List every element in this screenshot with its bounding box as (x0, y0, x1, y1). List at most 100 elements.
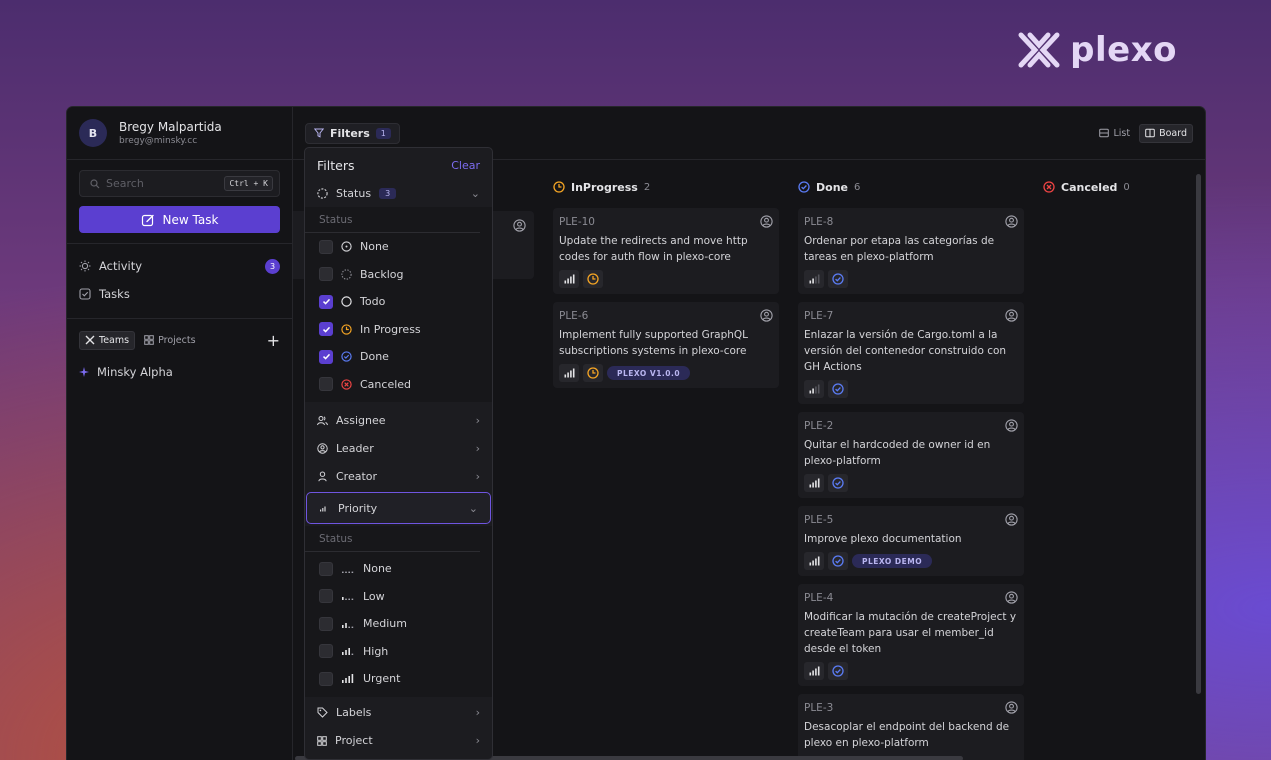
user-profile[interactable]: B Bregy Malpartida bregy@minsky.cc (67, 107, 292, 160)
nav-activity[interactable]: Activity 3 (67, 252, 292, 280)
status-chip[interactable] (828, 662, 848, 680)
priority-option[interactable]: Urgent (305, 665, 492, 693)
filter-creator[interactable]: Creator › (305, 462, 492, 490)
chevron-down-icon: ⌄ (470, 186, 480, 200)
clear-filters-button[interactable]: Clear (451, 159, 480, 172)
done-icon (832, 477, 844, 489)
add-team-button[interactable]: + (267, 331, 280, 350)
column-header: Done 6 (798, 174, 1024, 200)
priority-option[interactable]: High (305, 638, 492, 666)
status-option[interactable]: Todo (305, 288, 492, 316)
task-card[interactable]: PLE-3 Desacoplar el endpoint del backend … (798, 694, 1024, 760)
assignee-icon[interactable] (1005, 513, 1018, 526)
done-icon (832, 555, 844, 567)
checkbox[interactable] (319, 589, 333, 604)
task-title: Quitar el hardcoded de owner id en plexo… (804, 439, 991, 467)
check-icon (322, 326, 330, 333)
tab-teams[interactable]: Teams (79, 330, 136, 350)
sidebar-item-minsky-alpha[interactable]: Minsky Alpha (67, 365, 292, 379)
task-card[interactable]: PLE-6 Implement fully supported GraphQL … (553, 302, 779, 388)
filter-labels-label: Labels (336, 706, 372, 719)
priority-chip[interactable] (804, 662, 824, 680)
nav-tasks[interactable]: Tasks (67, 280, 292, 308)
assignee-icon[interactable] (760, 215, 773, 228)
filter-labels[interactable]: Labels › (305, 699, 492, 727)
chevron-right-icon: › (475, 734, 480, 747)
assignee-icon[interactable] (1005, 309, 1018, 322)
search-input[interactable]: Search Ctrl + K (79, 170, 280, 197)
priority-medium-icon (342, 622, 354, 628)
status-chip[interactable] (828, 474, 848, 492)
done-icon (341, 351, 352, 362)
status-chip[interactable] (583, 364, 603, 382)
assignee-icon[interactable] (1005, 419, 1018, 432)
task-card[interactable]: PLE-2 Quitar el hardcoded de owner id en … (798, 412, 1024, 498)
priority-option[interactable]: None (305, 555, 492, 583)
filter-project[interactable]: Project › (305, 727, 492, 755)
checkbox[interactable] (319, 671, 333, 686)
checkbox[interactable] (319, 349, 333, 364)
vertical-scrollbar[interactable] (1196, 174, 1201, 694)
checkbox[interactable] (319, 267, 333, 282)
view-list-button[interactable]: List (1094, 125, 1135, 142)
filter-status-toggle[interactable]: Status 3 ⌄ (305, 179, 492, 207)
assignee-icon[interactable] (1005, 215, 1018, 228)
checkbox[interactable] (319, 294, 333, 309)
priority-option[interactable]: Medium (305, 610, 492, 638)
tab-projects[interactable]: Projects (139, 332, 200, 349)
task-card[interactable]: PLE-4 Modificar la mutación de createProj… (798, 584, 1024, 686)
priority-chip[interactable] (804, 270, 824, 288)
priority-chip[interactable] (804, 474, 824, 492)
divider (67, 318, 292, 319)
task-title: Ordenar por etapa las categorías de tare… (804, 235, 995, 263)
assignee-icon[interactable] (760, 309, 773, 322)
priority-option-label: Low (363, 589, 385, 603)
priority-chip[interactable] (804, 380, 824, 398)
filter-icon (314, 128, 324, 138)
new-task-button[interactable]: New Task (79, 206, 280, 233)
status-chip[interactable] (828, 270, 848, 288)
status-option[interactable]: Backlog (305, 261, 492, 289)
status-option-label: Backlog (360, 267, 404, 281)
filter-priority-toggle[interactable]: Priority ⌄ (306, 492, 491, 524)
checkbox[interactable] (319, 561, 333, 576)
status-chip[interactable] (828, 552, 848, 570)
priority-chip[interactable] (559, 270, 579, 288)
task-card[interactable]: PLE-5 Improve plexo documentation PLEXO DE… (798, 506, 1024, 576)
status-chip[interactable] (583, 270, 603, 288)
task-card[interactable]: PLE-10 Update the redirects and move htt… (553, 208, 779, 294)
filter-assignee[interactable]: Assignee › (305, 406, 492, 434)
checkbox[interactable] (319, 377, 333, 392)
lightbulb-icon (79, 260, 91, 272)
label-chip[interactable]: PLEXO V1.0.0 (607, 366, 691, 380)
assignee-icon[interactable] (1005, 701, 1018, 714)
in-progress-icon (341, 324, 352, 335)
status-option[interactable]: Canceled (305, 371, 492, 399)
checkbox[interactable] (319, 616, 333, 631)
status-option[interactable]: In Progress (305, 316, 492, 344)
priority-chip[interactable] (804, 552, 824, 570)
status-option[interactable]: None (305, 233, 492, 261)
filter-leader[interactable]: Leader › (305, 434, 492, 462)
label-chip[interactable]: PLEXO DEMO (852, 554, 933, 568)
priority-option[interactable]: Low (305, 583, 492, 611)
checkbox[interactable] (319, 644, 333, 659)
priority-chip[interactable] (559, 364, 579, 382)
check-icon (322, 299, 330, 305)
nav-tasks-label: Tasks (99, 287, 130, 301)
task-card[interactable]: PLE-8 Ordenar por etapa las categorías de… (798, 208, 1024, 294)
view-board-button[interactable]: Board (1139, 123, 1193, 143)
priority-medium-icon (809, 384, 819, 394)
sidebar: B Bregy Malpartida bregy@minsky.cc Searc… (67, 107, 293, 760)
checkbox[interactable] (319, 239, 333, 254)
checkbox[interactable] (319, 322, 333, 337)
assignee-icon[interactable] (1005, 591, 1018, 604)
filter-status-label: Status (336, 186, 372, 200)
status-chip[interactable] (828, 380, 848, 398)
column-count: 2 (643, 181, 651, 193)
status-option[interactable]: Done (305, 343, 492, 371)
task-card[interactable]: PLE-7 Enlazar la versión de Cargo.toml a … (798, 302, 1024, 404)
filters-button[interactable]: Filters 1 (305, 122, 400, 144)
list-icon (1099, 128, 1110, 138)
chevron-right-icon: › (475, 706, 480, 719)
